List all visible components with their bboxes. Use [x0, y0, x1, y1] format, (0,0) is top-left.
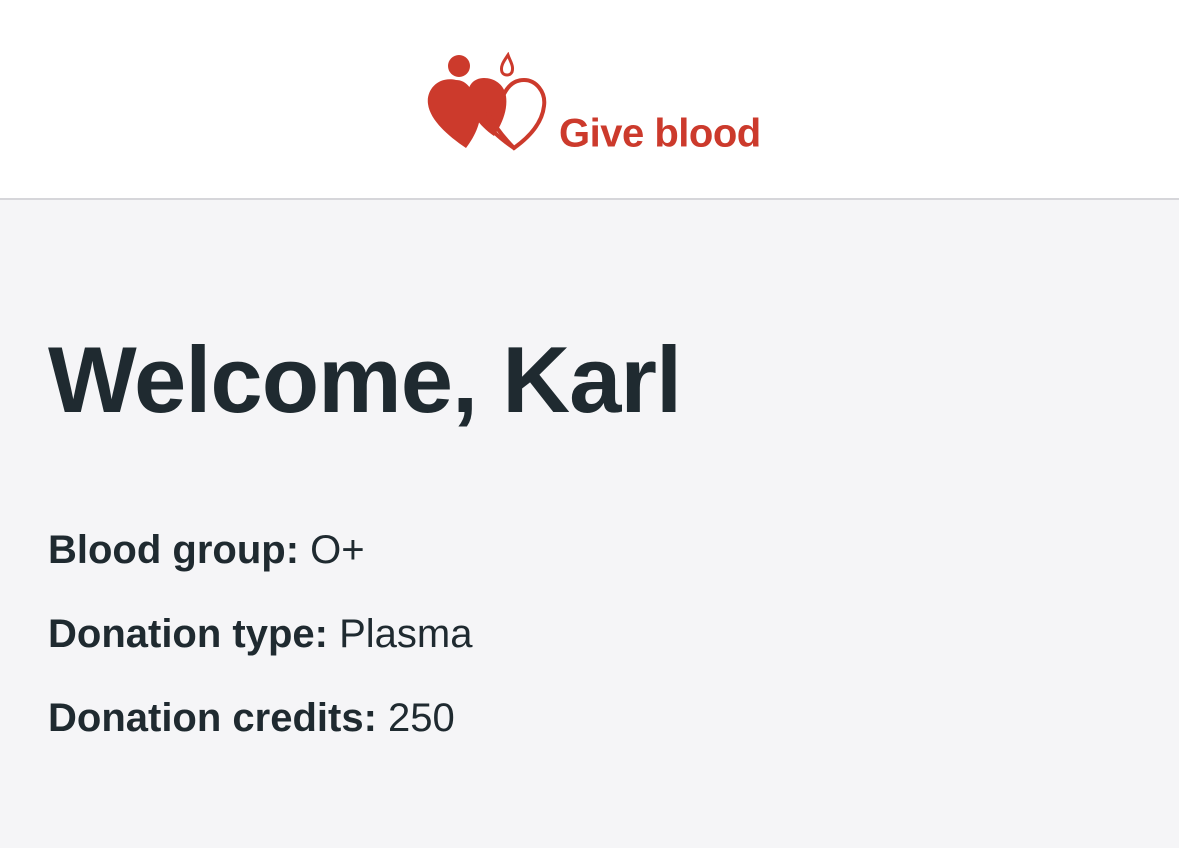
donation-credits-label: Donation credits:	[48, 696, 389, 740]
donation-type-label: Donation type:	[48, 612, 340, 656]
donation-credits-row: Donation credits: 250	[48, 688, 472, 772]
donation-type-value: Plasma	[339, 612, 473, 656]
blood-group-row: Blood group: O+	[48, 520, 472, 604]
donor-info: Blood group: O+ Donation type: Plasma Do…	[48, 520, 472, 772]
page-title: Welcome, Karl	[48, 327, 682, 432]
main-content: Welcome, Karl	[48, 330, 1148, 430]
page-header: Give blood	[0, 0, 1179, 200]
donation-type-row: Donation type: Plasma	[48, 604, 472, 688]
hearts-drop-icon	[427, 52, 547, 151]
blood-group-label: Blood group:	[48, 528, 311, 572]
give-blood-logo[interactable]: Give blood	[426, 52, 761, 156]
donation-credits-value: 250	[388, 696, 455, 740]
logo-text: Give blood	[559, 111, 761, 156]
blood-group-value: O+	[310, 528, 365, 572]
